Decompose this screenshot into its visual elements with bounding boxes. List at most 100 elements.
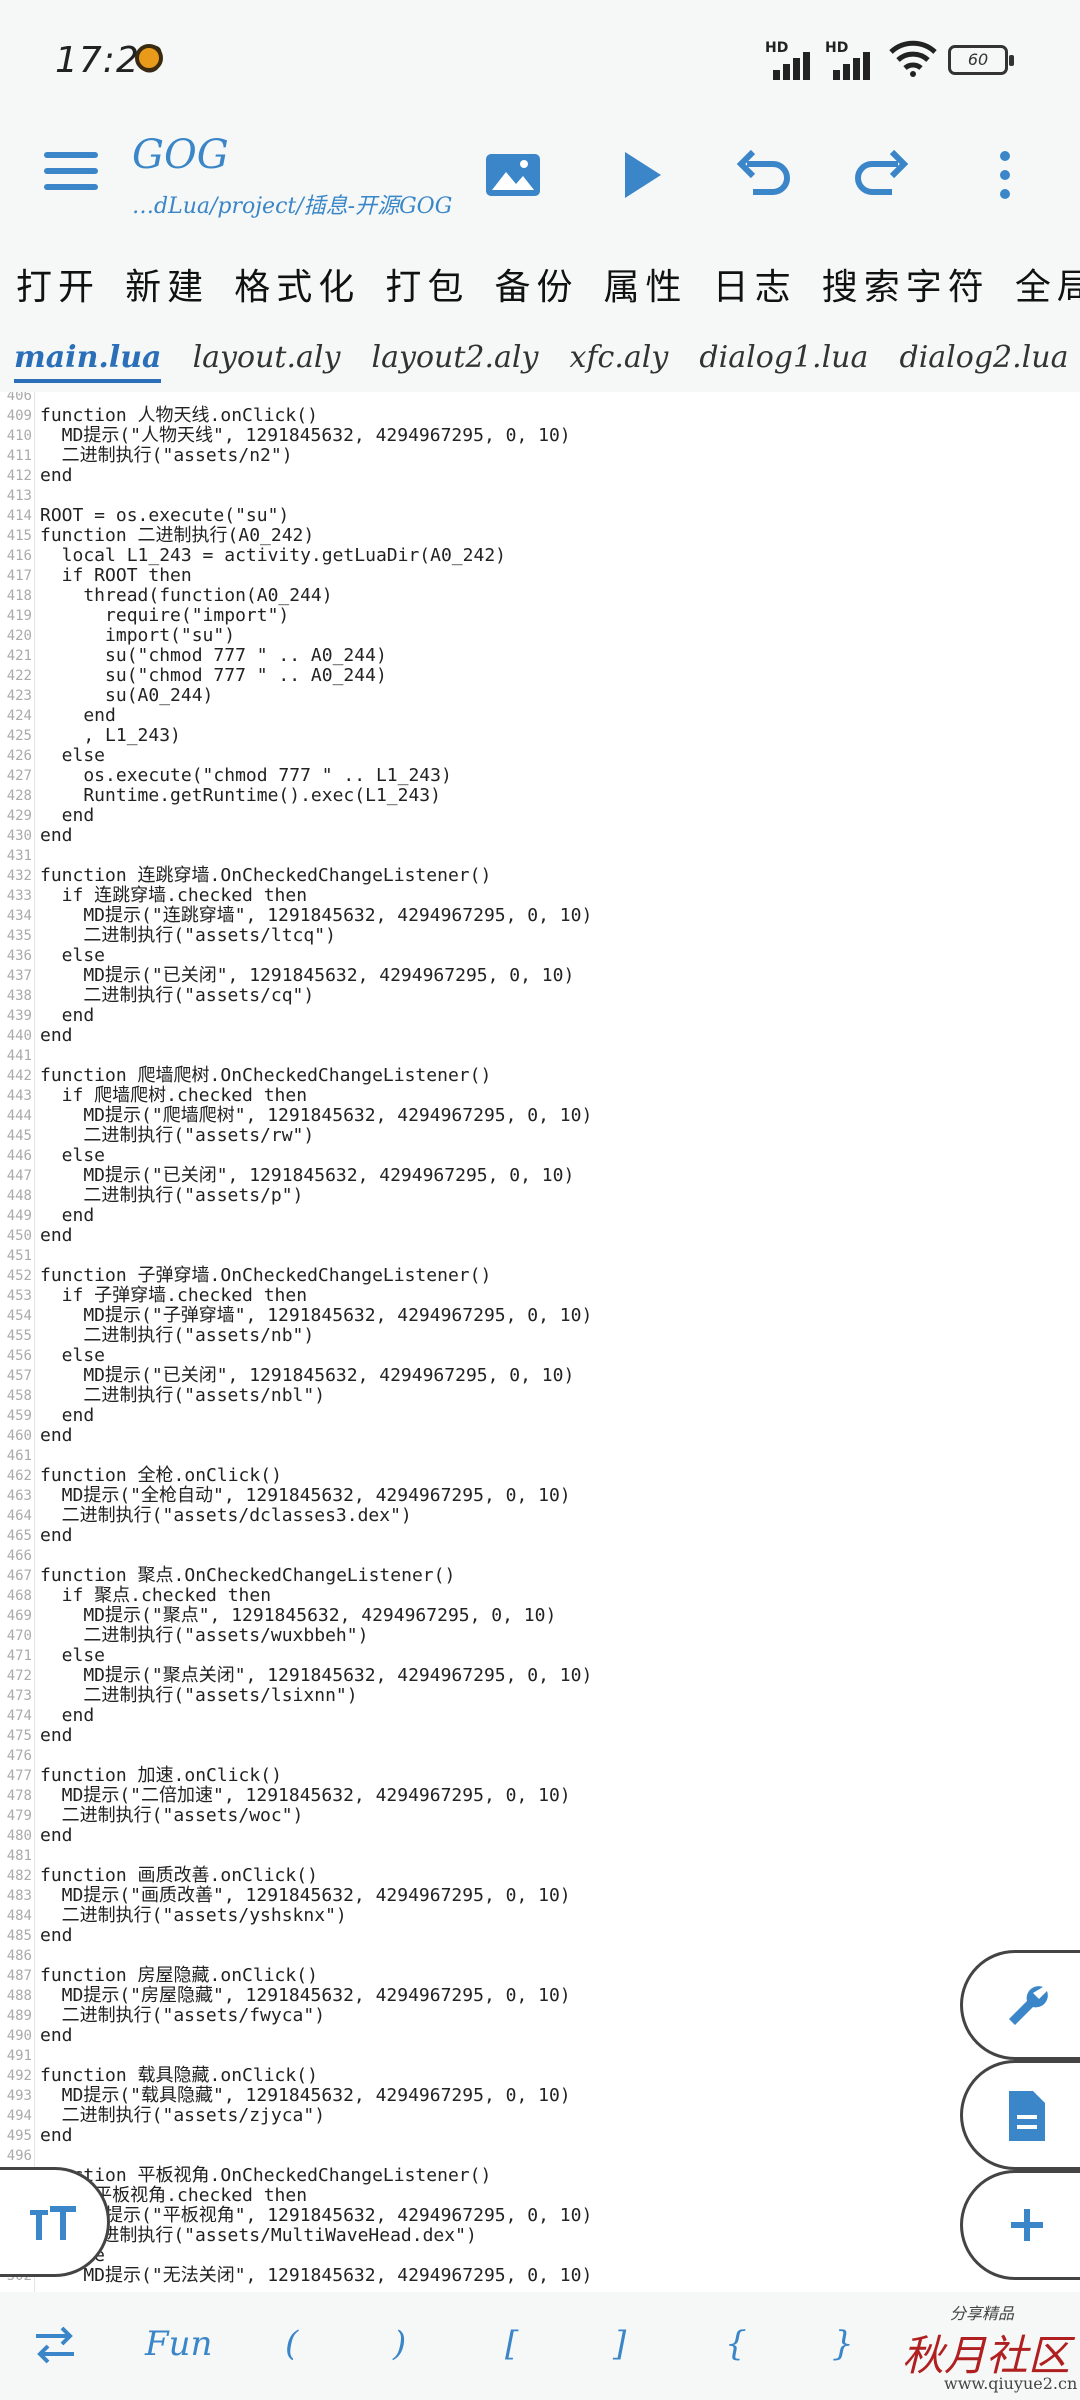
line-number: 476 xyxy=(6,1748,32,1764)
line-number: 479 xyxy=(6,1808,32,1824)
tab-dialog2-lua[interactable]: dialog2.lua xyxy=(900,340,1069,375)
menu-pack[interactable]: 打包 xyxy=(385,258,469,310)
app-toolbar: GOG …dLua/project/插息-开源GOG xyxy=(0,120,1080,230)
code-text: MD提示("画质改善", 1291845632, 4294967295, 0, … xyxy=(40,1885,571,1906)
code-text: function 人物天线.onClick() xyxy=(40,405,318,426)
menu-log[interactable]: 日志 xyxy=(713,258,797,310)
more-vert-icon[interactable] xyxy=(975,140,1045,210)
code-text: MD提示("载具隐藏", 1291845632, 4294967295, 0, … xyxy=(40,2085,571,2106)
code-text: end xyxy=(40,705,116,726)
code-text: MD提示("聚点", 1291845632, 4294967295, 0, 10… xyxy=(40,1605,557,1626)
menu-icon[interactable] xyxy=(44,152,98,192)
symbol-button[interactable]: } xyxy=(832,2324,854,2364)
menu-properties[interactable]: 属性 xyxy=(604,258,688,310)
line-number: 485 xyxy=(6,1928,32,1944)
line-number: 455 xyxy=(6,1328,32,1344)
code-text: end xyxy=(40,1225,73,1246)
line-number: 422 xyxy=(6,668,32,684)
line-number: 426 xyxy=(6,748,32,764)
add-button[interactable] xyxy=(960,2170,1080,2280)
tab-layout2-aly[interactable]: layout2.aly xyxy=(372,340,539,375)
file-button[interactable] xyxy=(960,2060,1080,2170)
code-text: function 爬墙爬树.OnCheckedChangeListener() xyxy=(40,1065,492,1086)
code-text: MD提示("平板视角", 1291845632, 4294967295, 0, … xyxy=(40,2205,593,2226)
line-number: 461 xyxy=(6,1448,32,1464)
line-number: 483 xyxy=(6,1888,32,1904)
menu-backup[interactable]: 备份 xyxy=(494,258,578,310)
line-number: 469 xyxy=(6,1608,32,1624)
line-number: 443 xyxy=(6,1088,32,1104)
app-title: GOG xyxy=(132,132,229,178)
watermark-tagline: 分享精品 xyxy=(950,2304,1015,2323)
code-text: os.execute("chmod 777 " .. L1_243) xyxy=(40,765,452,786)
code-text: MD提示("二倍加速", 1291845632, 4294967295, 0, … xyxy=(40,1785,571,1806)
network-type-label: HD xyxy=(765,40,789,56)
line-number: 447 xyxy=(6,1168,32,1184)
code-text: end xyxy=(40,1525,73,1546)
code-text: Runtime.getRuntime().exec(L1_243) xyxy=(40,785,441,806)
line-number: 418 xyxy=(6,588,32,604)
code-text: end xyxy=(40,1205,95,1226)
tab-dialog1-lua[interactable]: dialog1.lua xyxy=(699,340,868,375)
swap-icon[interactable] xyxy=(30,2320,80,2370)
fun-button[interactable]: Fun xyxy=(145,2324,212,2364)
plus-icon xyxy=(1011,2209,1043,2241)
code-text: end xyxy=(40,1925,73,1946)
code-text: end xyxy=(40,1405,95,1426)
line-number: 450 xyxy=(6,1228,32,1244)
code-text: MD提示("已关闭", 1291845632, 4294967295, 0, 1… xyxy=(40,1165,575,1186)
line-number: 414 xyxy=(6,508,32,524)
menu-bar: 打开 新建 格式化 打包 备份 属性 日志 搜索字符 全局 xyxy=(0,230,1080,330)
line-number: 457 xyxy=(6,1368,32,1384)
line-number: 412 xyxy=(6,468,32,484)
line-number: 456 xyxy=(6,1348,32,1364)
menu-search[interactable]: 搜索字符 xyxy=(822,258,990,310)
tab-main-lua[interactable]: main.lua xyxy=(14,340,162,383)
line-number: 460 xyxy=(6,1428,32,1444)
line-number: 496 xyxy=(6,2148,32,2164)
signal-icon: HD xyxy=(765,40,823,80)
menu-new[interactable]: 新建 xyxy=(125,258,209,310)
image-icon[interactable] xyxy=(478,140,548,210)
line-number: 452 xyxy=(6,1268,32,1284)
code-text: MD提示("聚点关闭", 1291845632, 4294967295, 0, … xyxy=(40,1665,593,1686)
code-text: import("su") xyxy=(40,625,236,646)
symbol-button[interactable]: ) xyxy=(393,2324,406,2364)
code-text: else xyxy=(40,945,106,966)
redo-icon[interactable] xyxy=(850,140,920,210)
line-number: 468 xyxy=(6,1588,32,1604)
line-number: 494 xyxy=(6,2108,32,2124)
menu-open[interactable]: 打开 xyxy=(16,258,100,310)
line-number: 487 xyxy=(6,1968,32,1984)
code-text: MD提示("子弹穿墙", 1291845632, 4294967295, 0, … xyxy=(40,1305,593,1326)
symbol-button[interactable]: [ xyxy=(505,2324,518,2364)
menu-format[interactable]: 格式化 xyxy=(234,258,360,310)
status-bar: 17:28 HD HD 60 xyxy=(0,0,1080,120)
play-icon[interactable] xyxy=(605,140,675,210)
tab-layout-aly[interactable]: layout.aly xyxy=(193,340,341,375)
code-text: function 连跳穿墙.OnCheckedChangeListener() xyxy=(40,865,492,886)
symbol-button[interactable]: ( xyxy=(285,2324,298,2364)
code-text: 二进制执行("assets/p") xyxy=(40,1185,304,1206)
tab-xfc-aly[interactable]: xfc.aly xyxy=(570,340,669,375)
line-number-gutter xyxy=(34,392,35,2292)
text-size-button[interactable] xyxy=(0,2167,110,2277)
code-text: end xyxy=(40,1025,73,1046)
symbol-button[interactable]: ] xyxy=(613,2324,626,2364)
line-number: 433 xyxy=(6,888,32,904)
tools-button[interactable] xyxy=(960,1950,1080,2060)
code-editor[interactable]: 406 409 function 人物天线.onClick() 410 MD提示("人… xyxy=(0,392,1080,2292)
code-text: end xyxy=(40,825,73,846)
code-text: 二进制执行("assets/fwyca") xyxy=(40,2005,326,2026)
symbol-button[interactable]: { xyxy=(725,2324,747,2364)
code-text: else xyxy=(40,745,106,766)
line-number: 417 xyxy=(6,568,32,584)
line-number: 410 xyxy=(6,428,32,444)
line-number: 438 xyxy=(6,988,32,1004)
undo-icon[interactable] xyxy=(725,140,795,210)
menu-global[interactable]: 全局 xyxy=(1015,258,1080,310)
code-text: else xyxy=(40,1645,106,1666)
code-text: 二进制执行("assets/yshsknx") xyxy=(40,1905,347,1926)
line-number: 486 xyxy=(6,1948,32,1964)
line-number: 442 xyxy=(6,1068,32,1084)
